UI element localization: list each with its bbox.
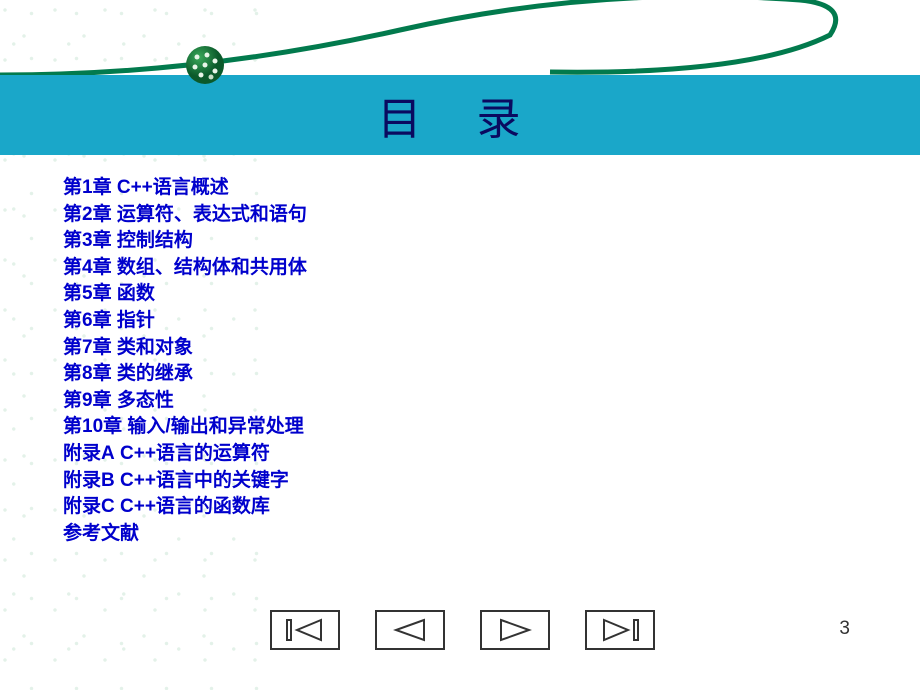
toc-chapter-label: 第1章: [63, 177, 112, 198]
toc-chapter-name: 数组、结构体和共用体: [117, 257, 307, 278]
page-title: 目 录: [378, 83, 543, 147]
toc-chapter-label: 参考文献: [63, 523, 139, 544]
toc-item[interactable]: 第9章 多态性: [63, 388, 563, 415]
toc-chapter-label: 第9章: [63, 390, 112, 411]
toc-chapter-label: 第3章: [63, 230, 112, 251]
toc-item[interactable]: 第7章 类和对象: [63, 335, 563, 362]
toc-item[interactable]: 附录B C++语言中的关键字: [63, 468, 563, 495]
toc-item[interactable]: 第6章 指针: [63, 308, 563, 335]
toc-chapter-label: 第6章: [63, 310, 112, 331]
next-page-button[interactable]: [480, 610, 550, 650]
last-page-button[interactable]: [585, 610, 655, 650]
toc-chapter-label: 第5章: [63, 283, 112, 304]
toc-chapter-name: 输入/输出和异常处理: [127, 416, 303, 437]
toc-chapter-name: C++语言的函数库: [120, 496, 270, 517]
toc-chapter-label: 第4章: [63, 257, 112, 278]
table-of-contents: 第1章 C++语言概述第2章 运算符、表达式和语句第3章 控制结构第4章 数组、…: [63, 175, 563, 547]
toc-item[interactable]: 第2章 运算符、表达式和语句: [63, 202, 563, 229]
navigation-buttons: [270, 610, 655, 650]
first-page-button[interactable]: [270, 610, 340, 650]
first-page-icon: [285, 618, 325, 642]
toc-item[interactable]: 第3章 控制结构: [63, 228, 563, 255]
toc-chapter-label: 第2章: [63, 204, 112, 225]
toc-chapter-name: C++语言概述: [117, 177, 229, 198]
page-number: 3: [839, 618, 850, 640]
toc-item[interactable]: 附录A C++语言的运算符: [63, 441, 563, 468]
toc-chapter-name: 多态性: [117, 390, 174, 411]
toc-item[interactable]: 第8章 类的继承: [63, 361, 563, 388]
toc-item[interactable]: 附录C C++语言的函数库: [63, 494, 563, 521]
toc-item[interactable]: 参考文献: [63, 521, 563, 548]
next-page-icon: [495, 618, 535, 642]
toc-item[interactable]: 第10章 输入/输出和异常处理: [63, 414, 563, 441]
decorative-ball-icon: [185, 45, 225, 85]
previous-page-button[interactable]: [375, 610, 445, 650]
toc-chapter-name: 控制结构: [117, 230, 193, 251]
toc-chapter-name: 类的继承: [117, 363, 193, 384]
toc-chapter-name: 函数: [117, 283, 155, 304]
toc-item[interactable]: 第4章 数组、结构体和共用体: [63, 255, 563, 282]
toc-chapter-label: 附录A: [63, 443, 115, 464]
toc-chapter-name: C++语言的运算符: [120, 443, 270, 464]
toc-chapter-name: C++语言中的关键字: [120, 470, 289, 491]
toc-chapter-label: 附录C: [63, 496, 115, 517]
toc-item[interactable]: 第5章 函数: [63, 281, 563, 308]
title-bar: 目 录: [0, 75, 920, 155]
toc-chapter-name: 类和对象: [117, 337, 193, 358]
toc-chapter-name: 运算符、表达式和语句: [117, 204, 307, 225]
last-page-icon: [600, 618, 640, 642]
toc-chapter-label: 附录B: [63, 470, 115, 491]
toc-chapter-name: 指针: [117, 310, 155, 331]
toc-chapter-label: 第7章: [63, 337, 112, 358]
previous-page-icon: [390, 618, 430, 642]
toc-chapter-label: 第10章: [63, 416, 122, 437]
toc-chapter-label: 第8章: [63, 363, 112, 384]
toc-item[interactable]: 第1章 C++语言概述: [63, 175, 563, 202]
